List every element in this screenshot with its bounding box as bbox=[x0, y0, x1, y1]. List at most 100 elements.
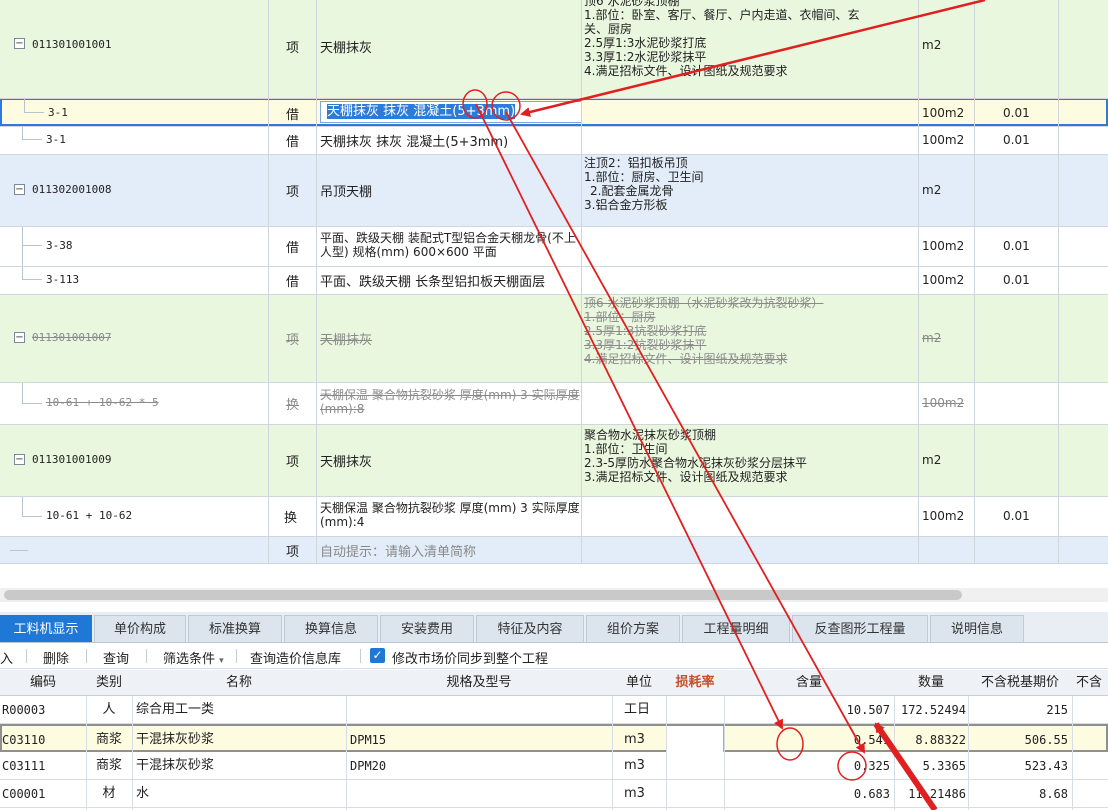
row-code: 3-1 bbox=[48, 106, 68, 119]
query-button[interactable]: 查询 bbox=[103, 648, 129, 667]
header-unit[interactable]: 单位 bbox=[612, 670, 666, 696]
row-name: 吊顶天棚 bbox=[320, 185, 373, 200]
table-row[interactable]: 3-38 借 平面、跌级天棚 装配式T型铝合金天棚龙骨(不上人型) 规格(mm)… bbox=[0, 226, 1108, 266]
table-row[interactable]: C03111 商浆 干混抹灰砂浆 DPM20 m3 0.325 5.3365 5… bbox=[0, 752, 1108, 780]
material-code: C03110 bbox=[2, 733, 46, 747]
delete-button[interactable]: 删除 bbox=[43, 648, 69, 667]
sync-market-price-checkbox[interactable]: ✓ bbox=[370, 648, 385, 663]
header-quantity[interactable]: 数量 bbox=[894, 670, 968, 696]
table-row[interactable]: C00001 材 水 m3 0.683 11.21486 8.68 bbox=[0, 780, 1108, 808]
row-name: 天棚抹灰 bbox=[320, 41, 373, 56]
row-unit: 100m2 bbox=[922, 239, 965, 253]
row-code: 011301001001 bbox=[32, 38, 112, 51]
material-price[interactable]: 8.68 bbox=[968, 780, 1068, 808]
row-unit: 100m2 bbox=[922, 106, 965, 120]
material-unit: m3 bbox=[624, 786, 645, 801]
header-base-price[interactable]: 不含税基期价 bbox=[968, 670, 1072, 696]
tab-pricing-scheme[interactable]: 组价方案 bbox=[586, 615, 680, 642]
sync-market-price-label: 修改市场价同步到整个工程 bbox=[392, 652, 549, 667]
table-row[interactable]: R00003 人 综合用工一类 工日 10.507 172.52494 215 bbox=[0, 696, 1108, 724]
material-name: 水 bbox=[136, 786, 150, 801]
material-price[interactable]: 506.55 bbox=[968, 726, 1068, 754]
header-base-price-2[interactable]: 不含 bbox=[1072, 670, 1108, 696]
row-name: 天棚抹灰 bbox=[320, 333, 373, 348]
material-loss[interactable] bbox=[666, 696, 724, 724]
collapse-icon[interactable]: − bbox=[14, 454, 25, 465]
row-code: 011302001008 bbox=[32, 183, 112, 196]
tab-quantity-detail[interactable]: 工程量明细 bbox=[682, 615, 790, 642]
bill-items-grid: − 011301001001 项 天棚抹灰 顶6 水泥砂浆顶棚 1.部位：卧室、… bbox=[0, 0, 1108, 565]
row-unit: m2 bbox=[922, 183, 942, 197]
material-unit: m3 bbox=[624, 732, 645, 747]
material-type: 人 bbox=[102, 702, 116, 717]
horizontal-scrollbar[interactable] bbox=[0, 588, 1108, 602]
row-category: 换 bbox=[286, 398, 300, 413]
header-type[interactable]: 类别 bbox=[86, 670, 132, 696]
price-info-query-button[interactable]: 查询造价信息库 bbox=[250, 648, 341, 667]
table-row[interactable]: − 011301001001 项 天棚抹灰 顶6 水泥砂浆顶棚 1.部位：卧室、… bbox=[0, 0, 1108, 98]
table-row[interactable]: 10-61 + 10-62 换 天棚保温 聚合物抗裂砂浆 厚度(mm) 3 实际… bbox=[0, 496, 1108, 536]
collapse-icon[interactable]: − bbox=[14, 332, 25, 343]
table-row-disabled[interactable]: 10-61 + 10-62 * 5 换 天棚保温 聚合物抗裂砂浆 厚度(mm) … bbox=[0, 382, 1108, 424]
material-price[interactable]: 215 bbox=[968, 696, 1068, 724]
material-content[interactable]: 10.507 bbox=[724, 696, 890, 724]
table-row-disabled[interactable]: − 011301001007 项 天棚抹灰 顶6 水泥砂浆顶棚（水泥砂浆改为抗裂… bbox=[0, 294, 1108, 382]
row-code: 011301001009 bbox=[32, 453, 112, 466]
material-loss[interactable] bbox=[666, 752, 724, 780]
row-code: 011301001007 bbox=[32, 331, 112, 344]
tab-reverse-graphic-quantity[interactable]: 反查图形工程量 bbox=[792, 615, 928, 642]
estimation-software-window: − 011301001001 项 天棚抹灰 顶6 水泥砂浆顶棚 1.部位：卧室、… bbox=[0, 0, 1108, 810]
header-content[interactable]: 含量 bbox=[724, 670, 894, 696]
filter-label: 筛选条件 bbox=[163, 652, 216, 667]
tab-install-cost[interactable]: 安装费用 bbox=[380, 615, 474, 642]
table-row-selected[interactable]: C03110 商浆 干混抹灰砂浆 DPM15 m3 0.541 8.88322 … bbox=[0, 724, 1108, 754]
table-row[interactable]: − 011302001008 项 吊顶天棚 注顶2：铝扣板吊顶 1.部位：厨房、… bbox=[0, 154, 1108, 226]
row-name: 天棚保温 聚合物抗裂砂浆 厚度(mm) 3 实际厚度(mm):4 bbox=[320, 501, 580, 529]
scrollbar-thumb[interactable] bbox=[4, 590, 962, 600]
row-quantity: 0.01 bbox=[1003, 509, 1030, 523]
tab-unit-price[interactable]: 单价构成 bbox=[94, 615, 186, 642]
collapse-icon[interactable]: − bbox=[14, 38, 25, 49]
row-name-selected-text: 天棚抹灰 抹灰 混凝土(5+3mm) bbox=[327, 104, 516, 119]
row-code: 10-61 + 10-62 * 5 bbox=[46, 396, 159, 409]
material-content[interactable]: 0.683 bbox=[724, 780, 890, 808]
material-name: 干混抹灰砂浆 bbox=[136, 758, 215, 773]
table-row-new[interactable]: 项 自动提示：请输入清单简称 bbox=[0, 536, 1108, 563]
row-category: 项 bbox=[286, 545, 300, 560]
material-code: C00001 bbox=[2, 787, 46, 801]
tab-conversion-info[interactable]: 换算信息 bbox=[284, 615, 378, 642]
detail-tab-bar: 工料机显示 单价构成 标准换算 换算信息 安装费用 特征及内容 组价方案 工程量… bbox=[0, 612, 1108, 643]
table-row[interactable]: 3-1 借 天棚抹灰 抹灰 混凝土(5+3mm) 100m2 0.01 bbox=[0, 126, 1108, 154]
insert-button[interactable]: 入 bbox=[0, 648, 13, 667]
collapse-icon[interactable]: − bbox=[14, 184, 25, 195]
row-category: 项 bbox=[286, 41, 300, 56]
row-unit: m2 bbox=[922, 453, 942, 467]
row-name: 天棚保温 聚合物抗裂砂浆 厚度(mm) 3 实际厚度(mm):8 bbox=[320, 388, 580, 416]
header-name[interactable]: 名称 bbox=[132, 670, 346, 696]
header-spec[interactable]: 规格及型号 bbox=[346, 670, 612, 696]
tab-features-content[interactable]: 特征及内容 bbox=[476, 615, 584, 642]
material-loss[interactable] bbox=[666, 780, 724, 808]
material-price[interactable]: 523.43 bbox=[968, 752, 1068, 780]
row-category: 借 bbox=[286, 135, 300, 150]
material-loss-input[interactable] bbox=[666, 726, 724, 754]
filter-dropdown[interactable]: 筛选条件 ▾ bbox=[163, 648, 224, 667]
material-name: 综合用工一类 bbox=[136, 702, 215, 717]
tab-description[interactable]: 说明信息 bbox=[930, 615, 1024, 642]
row-features: 顶6 水泥砂浆顶棚（水泥砂浆改为抗裂砂浆） 1.部位：厨房 2.5厚1:3抗裂砂… bbox=[584, 296, 824, 366]
table-row-selected[interactable]: 3-1 借 天棚抹灰 抹灰 混凝土(5+3mm) 100m2 0.01 bbox=[0, 98, 1108, 126]
row-name-editing[interactable]: 天棚抹灰 抹灰 混凝土(5+3mm) bbox=[320, 101, 582, 123]
header-loss-rate[interactable]: 损耗率 bbox=[666, 670, 724, 696]
material-content[interactable]: 0.325 bbox=[724, 752, 890, 780]
table-row[interactable]: 3-113 借 平面、跌级天棚 长条型铝扣板天棚面层 100m2 0.01 bbox=[0, 266, 1108, 294]
row-name-hint[interactable]: 自动提示：请输入清单简称 bbox=[320, 541, 476, 560]
tab-labor-material-machine[interactable]: 工料机显示 bbox=[0, 615, 92, 642]
table-row[interactable]: − 011301001009 项 天棚抹灰 聚合物水泥抹灰砂浆顶棚 1.部位：卫… bbox=[0, 424, 1108, 496]
material-spec: DPM20 bbox=[350, 759, 387, 773]
row-unit: m2 bbox=[922, 38, 942, 52]
tab-standard-conversion[interactable]: 标准换算 bbox=[188, 615, 282, 642]
row-name: 天棚抹灰 抹灰 混凝土(5+3mm) bbox=[320, 135, 509, 150]
header-code[interactable]: 编码 bbox=[0, 670, 86, 696]
material-content[interactable]: 0.541 bbox=[724, 726, 890, 754]
material-quantity: 5.3365 bbox=[922, 759, 966, 773]
